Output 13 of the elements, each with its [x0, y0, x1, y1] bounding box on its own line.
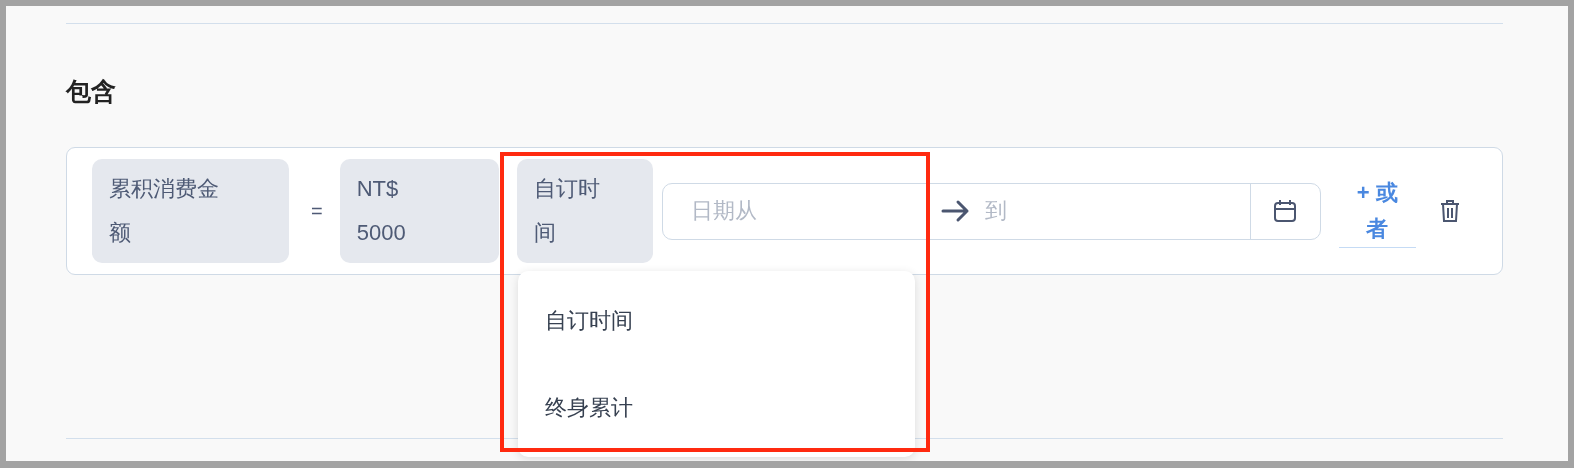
- section-heading: 包含: [66, 76, 117, 106]
- date-range-field[interactable]: 日期从 到: [661, 182, 1321, 240]
- start-date-input[interactable]: 日期从: [662, 197, 923, 225]
- operator-label: =: [311, 199, 323, 223]
- add-or-link[interactable]: + 或者: [1338, 174, 1416, 248]
- arrow-icon: [940, 199, 971, 223]
- dropdown-option[interactable]: 自订时间: [517, 277, 915, 364]
- end-date-input[interactable]: 到: [970, 197, 1207, 225]
- delete-icon[interactable]: [1439, 199, 1460, 223]
- dropdown-option[interactable]: 终身累计: [517, 364, 915, 451]
- metric-select[interactable]: 累积消费金额: [92, 159, 289, 263]
- calendar-icon: [1272, 198, 1299, 224]
- amount-field[interactable]: NT$ 5000: [339, 159, 499, 263]
